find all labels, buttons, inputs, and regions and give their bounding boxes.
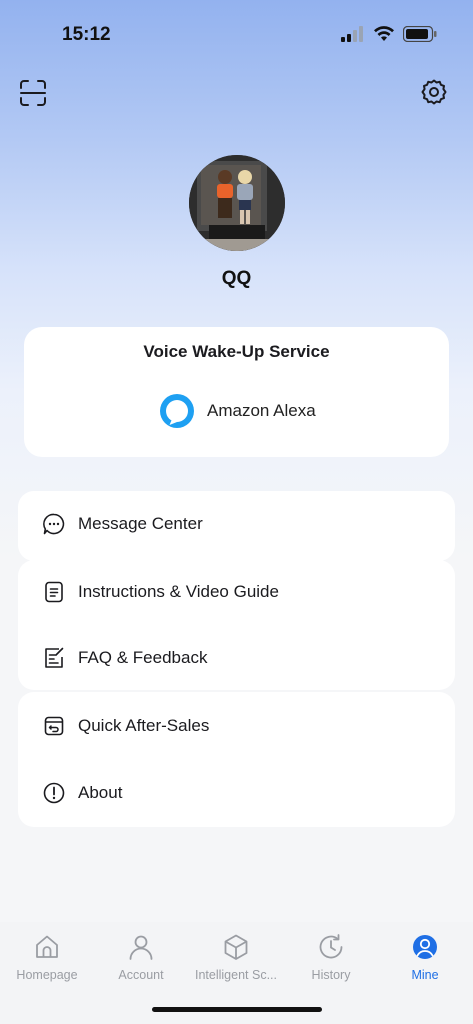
edit-note-icon: [45, 647, 64, 668]
status-bar: 15:12: [0, 0, 473, 60]
menu-item-faq[interactable]: FAQ & Feedback: [18, 628, 455, 688]
tab-label-mine: Mine: [411, 968, 439, 982]
cube-icon: [224, 934, 248, 960]
message-icon: [43, 513, 65, 535]
person-icon: [129, 935, 153, 960]
voice-wakeup-card: Voice Wake-Up Service Amazon Alexa: [24, 327, 449, 457]
tab-label-account: Account: [118, 968, 164, 982]
menu-card-help: Instructions & Video Guide FAQ & Feedbac…: [18, 560, 455, 690]
menu-label-instructions: Instructions & Video Guide: [78, 582, 279, 601]
menu-card-messages: Message Center: [18, 491, 455, 561]
scan-icon[interactable]: [18, 78, 48, 108]
menu-item-instructions[interactable]: Instructions & Video Guide: [18, 562, 455, 622]
avatar[interactable]: [189, 155, 285, 251]
menu-item-after-sales[interactable]: Quick After-Sales: [18, 696, 455, 756]
after-sales-icon: [44, 716, 64, 736]
tab-label-intelligent-scene: Intelligent Sc...: [195, 968, 277, 982]
username: QQ: [221, 268, 252, 289]
menu-item-about[interactable]: About: [18, 763, 455, 823]
alexa-service-item[interactable]: Amazon Alexa: [159, 393, 316, 429]
tab-account[interactable]: Account: [94, 932, 188, 982]
battery-icon: [403, 26, 437, 42]
voice-wakeup-title: Voice Wake-Up Service: [143, 342, 330, 361]
tab-label-homepage: Homepage: [16, 968, 78, 982]
tab-intelligent-scene[interactable]: Intelligent Sc...: [189, 932, 283, 982]
wifi-icon: [374, 26, 394, 41]
alexa-label: Amazon Alexa: [207, 401, 316, 420]
history-icon: [319, 934, 343, 959]
menu-label-about: About: [78, 783, 123, 802]
menu-label-faq: FAQ & Feedback: [78, 648, 208, 667]
menu-item-message-center[interactable]: Message Center: [18, 494, 455, 554]
tab-homepage[interactable]: Homepage: [0, 932, 94, 982]
status-icons: [341, 26, 437, 42]
menu-label-after-sales: Quick After-Sales: [78, 716, 210, 735]
user-circle-icon: [413, 935, 437, 959]
home-icon: [36, 935, 58, 958]
alexa-icon: [160, 394, 194, 428]
tab-label-history: History: [311, 968, 351, 982]
tab-mine[interactable]: Mine: [378, 932, 472, 982]
signal-icon: [341, 26, 363, 42]
avatar-photo: [189, 155, 285, 251]
menu-label-message-center: Message Center: [78, 514, 203, 533]
gear-icon[interactable]: [420, 78, 448, 106]
menu-card-service: Quick After-Sales About: [18, 692, 455, 827]
home-indicator: [152, 1007, 322, 1012]
status-time: 15:12: [62, 24, 111, 45]
info-icon: [43, 782, 65, 804]
document-icon: [45, 581, 63, 603]
tab-history[interactable]: History: [284, 932, 378, 982]
